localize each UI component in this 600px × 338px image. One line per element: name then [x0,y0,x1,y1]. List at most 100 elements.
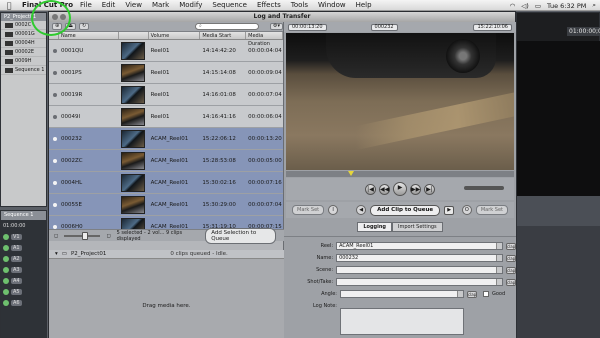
log-note-field[interactable] [340,308,464,335]
track-a6[interactable]: A6 [1,297,46,308]
table-row[interactable]: 00055E ACAM_Reel01 15:30:29:00 00:00:07:04 [49,194,283,216]
rewind-button[interactable]: ◀◀ [379,183,390,195]
col-name[interactable]: Name [59,32,119,39]
row-status-icon [49,194,59,215]
thumbnail-size-slider[interactable] [64,231,101,240]
cell-media-duration: 00:00:09:04 [248,69,282,76]
disclosure-triangle-icon[interactable]: ▾ [55,251,58,257]
menu-tools[interactable]: Tools [291,1,308,9]
row-status-icon [49,150,59,171]
zoom-small-icon[interactable]: ◻ [54,233,58,239]
menu-mark[interactable]: Mark [152,1,169,9]
menu-window[interactable]: Window [318,1,346,9]
cell-volume: Reel01 [150,69,170,76]
slider-knob[interactable] [82,231,89,240]
col-media-duration[interactable]: Media Duration [246,32,283,47]
volume-icon[interactable]: ◁) [521,2,529,10]
track-a5[interactable]: A5 [1,286,46,297]
current-timecode[interactable]: 15:22:10:06 [473,23,512,31]
table-row[interactable]: 000232 ACAM_Reel01 15:22:06:12 00:00:13:20 [49,128,283,150]
menu-file[interactable]: File [80,1,92,9]
col-volume[interactable]: Volume [149,32,201,39]
cell-thumbnail [119,172,149,193]
cell-name: 0001QU [60,47,84,54]
tab-import-settings[interactable]: Import Settings [391,222,443,232]
table-row[interactable]: 0001PS Reel01 14:15:14:08 00:00:09:04 [49,62,283,84]
previous-clip-button[interactable]: ◀ [356,205,367,215]
jog-slider[interactable] [464,186,504,190]
tab-logging[interactable]: Logging [357,222,392,232]
good-label: Good [492,291,506,297]
scene-clap-button[interactable]: clap [506,266,516,274]
menu-extras: ◠ ◁) ▭ Tue 6:32 PM ⌕ [510,0,596,11]
scene-popup-icon[interactable] [496,267,502,273]
wifi-icon[interactable]: ◠ [510,2,516,10]
next-clip-button[interactable]: ▶ [444,205,455,215]
menu-effects[interactable]: Effects [257,1,281,9]
reel-clap-button[interactable]: clap [506,242,516,250]
name-clap-button[interactable]: clap [506,254,516,262]
add-selection-to-queue-button[interactable]: Add Selection to Queue [205,227,276,244]
shot-popup-icon[interactable] [496,279,502,285]
track-v1[interactable]: V1 [1,231,46,242]
spotlight-icon[interactable]: ⌕ [592,1,596,10]
mark-out-button[interactable]: O [461,205,472,215]
search-input[interactable]: ⌕ [195,23,259,30]
mark-in-display[interactable]: Mark Set [292,205,325,215]
mark-out-display[interactable]: Mark Set [475,205,508,215]
clip-table: 0001QU Reel01 14:14:42:20 00:00:04:04 0001PS… [49,40,283,238]
playhead-icon[interactable] [348,171,354,176]
go-to-start-button[interactable]: |◀ [365,183,376,195]
track-a3[interactable]: A3 [1,264,46,275]
mark-in-button[interactable]: I [328,205,339,215]
sequence-tab[interactable]: Sequence 1 [1,211,46,220]
battery-icon[interactable]: ▭ [535,2,541,10]
table-row[interactable]: 0002ZC ACAM_Reel01 15:28:53:08 00:00:05:00 [49,150,283,172]
browser-item[interactable]: Sequence 1 [1,66,46,75]
shot-row: Shot/Take: clap [284,277,516,287]
col-media-start[interactable]: Media Start [200,32,247,39]
apple-menu-icon[interactable]:  [4,1,14,10]
add-clip-to-queue-button[interactable]: Add Clip to Queue [370,204,441,216]
menu-view[interactable]: View [125,1,142,9]
cell-media-duration: 00:00:07:04 [248,201,282,208]
cell-name: 000232 [60,135,82,142]
name-popup-icon[interactable] [496,255,502,261]
refresh-button[interactable]: ↻ [78,23,90,30]
duration-timecode[interactable]: 00:00:13:20 [288,23,327,31]
track-a2[interactable]: A2 [1,253,46,264]
name-field[interactable]: 000232 [336,254,503,262]
scrubber-bar[interactable] [286,171,514,177]
cell-media-start: 14:14:42:20 [202,47,236,54]
menu-help[interactable]: Help [356,1,372,9]
angle-field[interactable] [340,290,464,298]
table-row[interactable]: 0004HL ACAM_Reel01 15:30:02:16 00:00:07:16 [49,172,283,194]
settings-menu-button[interactable]: ⚙▾ [270,23,283,30]
shot-take-field[interactable] [336,278,503,286]
angle-clap-button[interactable]: clap [467,290,477,298]
table-row[interactable]: 00019R Reel01 14:16:01:08 00:00:07:04 [49,84,283,106]
go-to-end-button[interactable]: ▶| [424,183,435,195]
menu-edit[interactable]: Edit [102,1,116,9]
canvas-controls[interactable] [517,196,600,226]
track-a1[interactable]: A1 [1,242,46,253]
table-row[interactable]: 00049I Reel01 14:16:41:16 00:00:06:04 [49,106,283,128]
shot-clap-button[interactable]: clap [506,278,516,286]
reel-popup-icon[interactable] [496,243,502,249]
menu-modify[interactable]: Modify [179,1,202,9]
play-button[interactable]: ▶ [393,182,407,196]
angle-popup-icon[interactable] [457,291,463,297]
zoom-large-icon[interactable]: ◻ [106,233,110,239]
menu-sequence[interactable]: Sequence [212,1,247,9]
col-thumb[interactable] [119,32,149,39]
track-a4[interactable]: A4 [1,275,46,286]
reel-field[interactable]: ACAM_Reel01 [336,242,503,250]
canvas-window: 01:00:00;00 [516,12,600,338]
clock[interactable]: Tue 6:32 PM [547,2,586,10]
good-checkbox[interactable] [483,291,489,297]
scene-field[interactable] [336,266,503,274]
transfer-queue[interactable]: Drag media here. [49,259,284,338]
fast-forward-button[interactable]: ▶▶ [410,183,421,195]
cell-name: 0004HL [60,179,83,186]
table-row[interactable]: 0001QU Reel01 14:14:42:20 00:00:04:04 [49,40,283,62]
